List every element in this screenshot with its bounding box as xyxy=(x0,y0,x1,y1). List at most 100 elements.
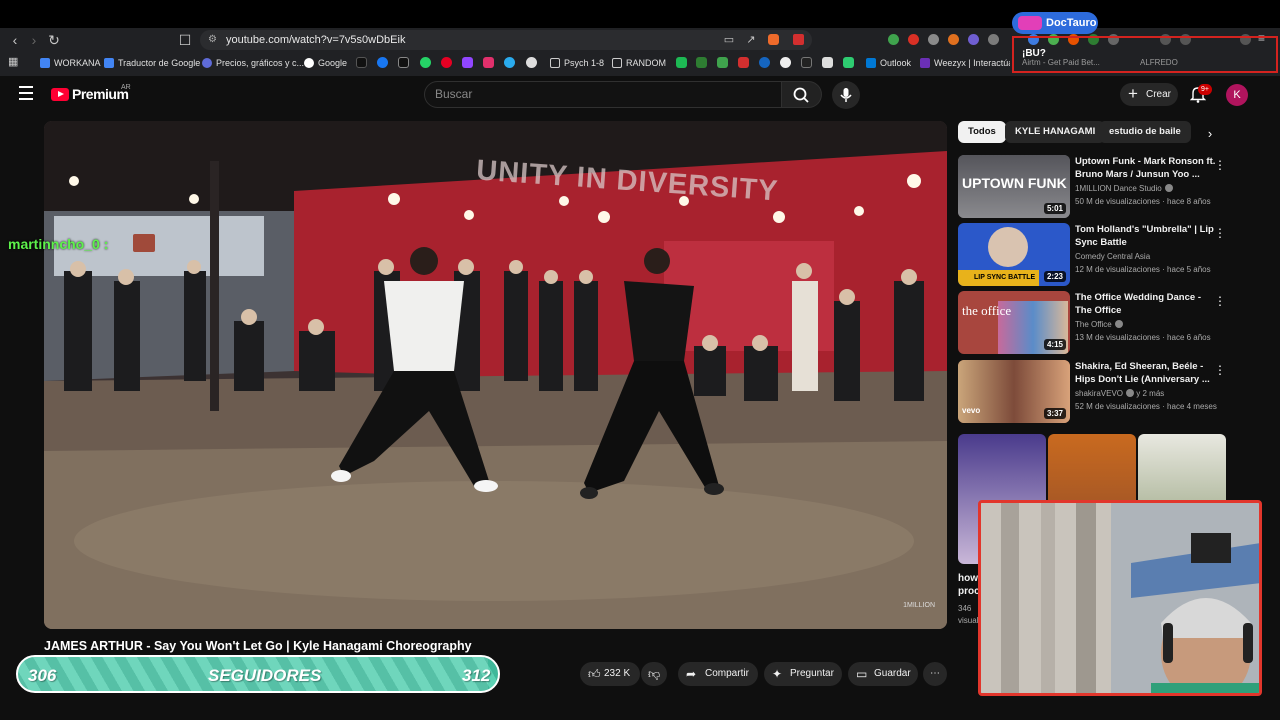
bookmark-app-icon[interactable] xyxy=(738,57,749,68)
thumbs-up-icon: 👍︎ xyxy=(588,667,601,681)
video-duration: 2:23 xyxy=(1043,271,1066,282)
forward-icon[interactable]: › xyxy=(25,31,43,49)
recommendation-item[interactable]: UPTOWN FUNK 5:01 Uptown Funk - Mark Rons… xyxy=(958,155,1268,219)
bookmark-page-icon[interactable]: ☐ xyxy=(176,31,194,49)
bookmark-label: Outlook xyxy=(880,58,912,68)
extension-icon[interactable] xyxy=(888,34,899,45)
video-title[interactable]: Shakira, Ed Sheeran, Beéle - Hips Don't … xyxy=(1075,360,1217,386)
dislike-button[interactable]: 👎︎ xyxy=(641,662,667,686)
pinterest-icon[interactable] xyxy=(441,57,452,68)
hamburger-menu-icon[interactable] xyxy=(19,86,33,100)
extension-icon[interactable] xyxy=(988,34,999,45)
more-vertical-icon[interactable]: ⋮ xyxy=(1214,362,1226,378)
bookmark-outlook[interactable]: Outlook xyxy=(866,55,911,71)
bookmark-label: WORKANA xyxy=(54,58,101,68)
channel-name[interactable]: Comedy Central Asia xyxy=(1075,252,1150,261)
bookmark-app-icon[interactable] xyxy=(717,57,728,68)
save-button[interactable]: ▭ Guardar xyxy=(848,662,918,686)
share-button[interactable]: ➦ Compartir xyxy=(678,662,758,686)
bookmark-app-icon[interactable] xyxy=(843,57,854,68)
video-title[interactable]: Tom Holland's "Umbrella" | Lip Sync Batt… xyxy=(1075,223,1217,249)
brave-rewards-icon[interactable] xyxy=(793,34,804,45)
bookmark-google[interactable]: Google xyxy=(304,55,347,71)
bookmark-app-icon[interactable] xyxy=(696,57,707,68)
video-player[interactable]: UNITY IN DIVERSITY 1MILLION xyxy=(44,121,947,629)
search-button[interactable] xyxy=(782,81,822,108)
thumbs-down-icon: 👎︎ xyxy=(648,667,661,681)
video-title[interactable]: Uptown Funk - Mark Ronson ft. Bruno Mars… xyxy=(1075,155,1217,181)
chat-icon[interactable] xyxy=(526,57,537,68)
reload-icon[interactable]: ↻ xyxy=(45,31,63,49)
video-duration: 3:37 xyxy=(1043,408,1066,419)
bookmark-app-icon[interactable] xyxy=(801,57,812,68)
video-thumbnail[interactable]: UPTOWN FUNK 5:01 xyxy=(958,155,1070,218)
video-title[interactable]: The Office Wedding Dance - The Office xyxy=(1075,291,1217,317)
whatsapp-icon[interactable] xyxy=(420,57,431,68)
bookmark-weezyx[interactable]: Weezyx | Interactúa... xyxy=(920,55,1010,71)
chip-kyle-hanagami[interactable]: KYLE HANAGAMI xyxy=(1005,121,1106,143)
bookmark-translate[interactable]: Traductor de Google xyxy=(104,55,200,71)
like-button[interactable]: 👍︎ 232 K xyxy=(580,662,640,686)
thumbnail-text: LIP SYNC BATTLE xyxy=(958,270,1040,286)
bookmark-favicon-icon xyxy=(40,58,50,68)
extension-icon[interactable] xyxy=(928,34,939,45)
twitch-icon[interactable] xyxy=(462,57,473,68)
recommendation-item[interactable]: LIP SYNC BATTLE 2:23 Tom Holland's "Umbr… xyxy=(958,223,1268,287)
video-thumbnail[interactable]: the office 4:15 xyxy=(958,291,1070,354)
extension-icon[interactable] xyxy=(948,34,959,45)
folder-icon xyxy=(550,58,560,68)
video-thumbnail[interactable]: vevo 3:37 xyxy=(958,360,1070,423)
more-vertical-icon[interactable]: ⋮ xyxy=(1214,293,1226,309)
tiktok-icon[interactable] xyxy=(356,57,367,68)
telegram-icon[interactable] xyxy=(504,57,515,68)
x-icon[interactable] xyxy=(398,57,409,68)
more-vertical-icon[interactable]: ⋮ xyxy=(1214,157,1226,173)
follower-goal: 312 xyxy=(462,666,491,685)
brave-shield-icon[interactable] xyxy=(768,34,779,45)
facebook-icon[interactable] xyxy=(377,57,388,68)
bookmark-alfredo[interactable]: ALFREDO xyxy=(1140,58,1178,67)
chip-estudio-de-baile[interactable]: estudio de baile xyxy=(1099,121,1191,143)
channel-name[interactable]: 1MILLION Dance Studio xyxy=(1075,184,1173,193)
youtube-brand[interactable]: Premium xyxy=(72,86,129,102)
bookmark-workana[interactable]: WORKANA xyxy=(40,55,101,71)
youtube-logo-icon[interactable] xyxy=(51,88,69,101)
channel-name[interactable]: shakiraVEVO y 2 más xyxy=(1075,389,1164,398)
create-button[interactable]: + Crear xyxy=(1120,83,1178,106)
search-icon xyxy=(793,87,809,103)
bookmark-app-icon[interactable] xyxy=(759,57,770,68)
cast-icon[interactable]: ▭ xyxy=(720,31,738,49)
channel-name[interactable]: The Office xyxy=(1075,320,1123,329)
channel-label: Comedy Central Asia xyxy=(1075,252,1151,261)
bookmark-app-icon[interactable] xyxy=(822,57,833,68)
bookmark-app-icon[interactable] xyxy=(676,57,687,68)
instagram-icon[interactable] xyxy=(483,57,494,68)
bookmark-psych[interactable]: Psych 1-8 xyxy=(550,55,604,71)
search-input[interactable]: Buscar xyxy=(424,81,782,108)
more-actions-button[interactable]: ⋯ xyxy=(923,662,947,686)
video-thumbnail[interactable]: LIP SYNC BATTLE 2:23 xyxy=(958,223,1070,286)
bookmark-app-icon[interactable] xyxy=(780,57,791,68)
bookmark-airtm[interactable]: Airtm - Get Paid Bet... xyxy=(1022,58,1100,67)
follower-goal-bar: 306 SEGUIDORES 312 xyxy=(16,655,500,693)
ask-button[interactable]: ✦ Preguntar xyxy=(764,662,842,686)
extension-icon[interactable] xyxy=(908,34,919,45)
bookmark-random[interactable]: RANDOM xyxy=(612,55,666,71)
voice-search-button[interactable] xyxy=(832,81,860,109)
doctauro-logo-icon xyxy=(1018,16,1042,30)
back-icon[interactable]: ‹ xyxy=(6,31,24,49)
chevron-right-icon[interactable]: › xyxy=(1203,127,1217,141)
video-meta: 50 M de visualizaciones · hace 8 años xyxy=(1075,197,1211,206)
more-vertical-icon[interactable]: ⋮ xyxy=(1214,225,1226,241)
ask-label: Preguntar xyxy=(790,668,834,679)
region-code: AR xyxy=(121,84,131,91)
chip-todos[interactable]: Todos xyxy=(958,121,1006,143)
share-page-icon[interactable]: ↗ xyxy=(742,31,760,49)
recommendation-item[interactable]: vevo 3:37 Shakira, Ed Sheeran, Beéle - H… xyxy=(958,360,1268,424)
extension-icon[interactable] xyxy=(968,34,979,45)
avatar[interactable]: K xyxy=(1226,84,1248,106)
recommendation-item[interactable]: the office 4:15 The Office Wedding Dance… xyxy=(958,291,1268,355)
site-info-icon[interactable]: ⚙ xyxy=(208,30,217,50)
bookmark-precios[interactable]: Precios, gráficos y c... xyxy=(202,55,304,71)
video-duration: 4:15 xyxy=(1043,339,1066,350)
